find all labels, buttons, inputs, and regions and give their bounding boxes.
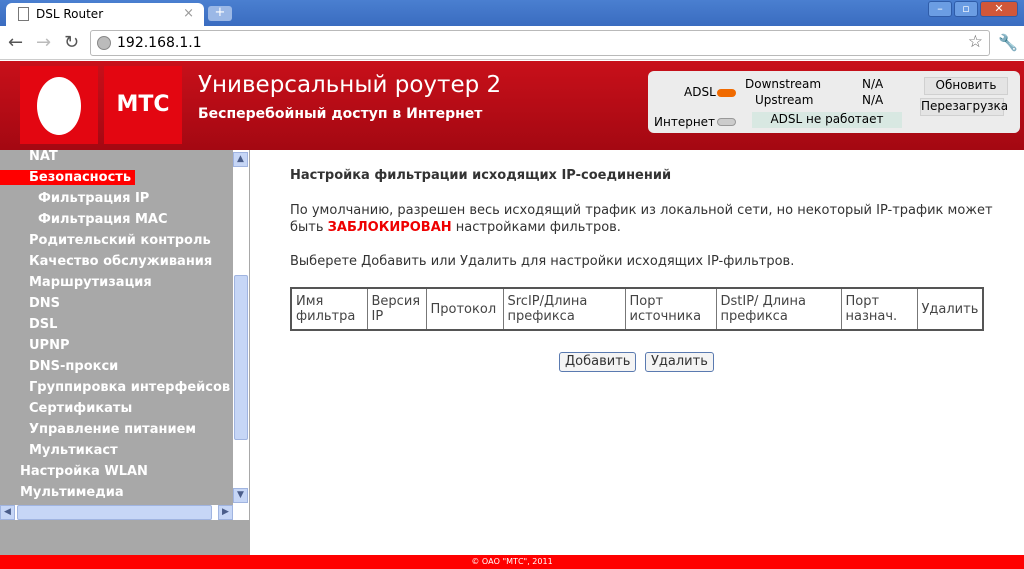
- adsl-led: [717, 89, 736, 97]
- column-header: Версия IP: [366, 287, 427, 331]
- sidebar-item[interactable]: Качество обслуживания: [29, 254, 212, 269]
- sidebar-item[interactable]: Мультимедиа: [20, 485, 124, 500]
- downstream-label: Downstream: [745, 77, 822, 91]
- page-icon: [18, 7, 29, 21]
- vertical-scroll-thumb[interactable]: [234, 275, 248, 440]
- sidebar-item[interactable]: Группировка интерфейсов: [29, 380, 230, 395]
- sidebar-item[interactable]: DNS-прокси: [29, 359, 118, 374]
- column-header: SrcIP/Длина префикса: [502, 287, 626, 331]
- sidebar-item[interactable]: Фильтрация MAC: [38, 212, 168, 227]
- new-tab-button[interactable]: +: [208, 6, 232, 21]
- mts-logo-text: МТС: [104, 66, 182, 144]
- sidebar-item[interactable]: NAT: [29, 150, 58, 164]
- bookmark-star-icon[interactable]: ☆: [968, 32, 983, 52]
- remove-button[interactable]: Удалить: [645, 352, 714, 372]
- column-header: Имя фильтра: [290, 287, 368, 331]
- column-header: DstIP/ Длина префикса: [715, 287, 842, 331]
- table-header-row: Имя фильтра Версия IP Протокол SrcIP/Длина …: [290, 287, 984, 331]
- reboot-button[interactable]: Перезагрузка: [920, 98, 1008, 116]
- scroll-left-icon[interactable]: ◀: [0, 505, 15, 520]
- sidebar-item[interactable]: Мультикаст: [29, 443, 118, 458]
- sidebar-item[interactable]: Маршрутизация: [29, 275, 152, 290]
- close-tab-icon[interactable]: ×: [183, 6, 194, 21]
- maximize-button[interactable]: ▫: [954, 1, 978, 17]
- sidebar-menu: NAT Безопасность Фильтрация IP Фильтрация M…: [0, 150, 250, 555]
- mts-logo-egg: [20, 66, 98, 144]
- tab-title: DSL Router: [36, 7, 104, 21]
- section-title: Настройка фильтрации исходящих IP-соедин…: [290, 168, 672, 183]
- status-message: ADSL не работает: [752, 112, 902, 128]
- column-header: Порт назнач.: [840, 287, 918, 331]
- column-header: Удалить: [916, 287, 984, 331]
- page-header-subtitle: Бесперебойный доступ в Интернет: [198, 106, 483, 122]
- add-button[interactable]: Добавить: [559, 352, 637, 372]
- sidebar-item[interactable]: Фильтрация IP: [38, 191, 149, 206]
- minimize-button[interactable]: –: [928, 1, 952, 17]
- close-window-button[interactable]: ✕: [980, 1, 1018, 17]
- desc-text: настройками фильтров.: [451, 220, 621, 235]
- sidebar-item[interactable]: DSL: [29, 317, 57, 332]
- page-header-title: Универсальный роутер 2: [198, 72, 502, 98]
- desc-text: быть: [290, 220, 328, 235]
- column-header: Протокол: [425, 287, 504, 331]
- description-line-1: По умолчанию, разрешен весь исходящий тр…: [290, 203, 993, 218]
- horizontal-scroll-thumb[interactable]: [17, 505, 212, 520]
- column-header: Порт источника: [624, 287, 717, 331]
- sidebar-item[interactable]: DNS: [29, 296, 60, 311]
- horizontal-scrollbar[interactable]: ◀ ▶: [0, 505, 249, 520]
- internet-led: [717, 118, 736, 126]
- sidebar-item[interactable]: Управление питанием: [29, 422, 196, 437]
- scroll-right-icon[interactable]: ▶: [218, 505, 233, 520]
- sidebar-item[interactable]: Настройка WLAN: [20, 464, 148, 479]
- downstream-value: N/A: [862, 77, 884, 91]
- sidebar-item[interactable]: Сертификаты: [29, 401, 132, 416]
- scroll-up-icon[interactable]: ▲: [233, 152, 248, 167]
- sidebar-item[interactable]: Безопасность: [0, 170, 136, 185]
- filter-table: Имя фильтра Версия IP Протокол SrcIP/Длина …: [290, 287, 985, 331]
- upstream-value: N/A: [862, 93, 884, 107]
- forward-icon[interactable]: →: [36, 32, 51, 53]
- refresh-button[interactable]: Обновить: [924, 77, 1008, 95]
- back-icon[interactable]: ←: [8, 32, 23, 53]
- hint-text: Выберете Добавить или Удалить для настро…: [290, 254, 795, 269]
- blocked-emphasis: ЗАБЛОКИРОВАН: [327, 220, 452, 235]
- sidebar-item[interactable]: Родительский контроль: [29, 233, 211, 248]
- scroll-down-icon[interactable]: ▼: [233, 488, 248, 503]
- browser-tab[interactable]: DSL Router ×: [6, 3, 204, 27]
- vertical-scrollbar[interactable]: ▲ ▼: [233, 150, 249, 505]
- footer: © ОАО "МТС", 2011: [0, 555, 1024, 569]
- description-line-2: быть ЗАБЛОКИРОВАН настройками фильтров.: [290, 220, 621, 235]
- address-text: 192.168.1.1: [117, 35, 202, 51]
- status-panel: ADSL Downstream N/A Upstream N/A Интерне…: [648, 71, 1020, 133]
- internet-label: Интернет: [654, 115, 716, 129]
- wrench-icon[interactable]: 🔧: [998, 33, 1018, 52]
- upstream-label: Upstream: [755, 93, 814, 107]
- reload-icon[interactable]: ↻: [64, 32, 79, 53]
- sidebar-item[interactable]: UPNP: [29, 338, 70, 353]
- adsl-label: ADSL: [684, 85, 716, 99]
- globe-icon: [97, 36, 111, 50]
- address-bar[interactable]: 192.168.1.1 ☆: [90, 30, 990, 56]
